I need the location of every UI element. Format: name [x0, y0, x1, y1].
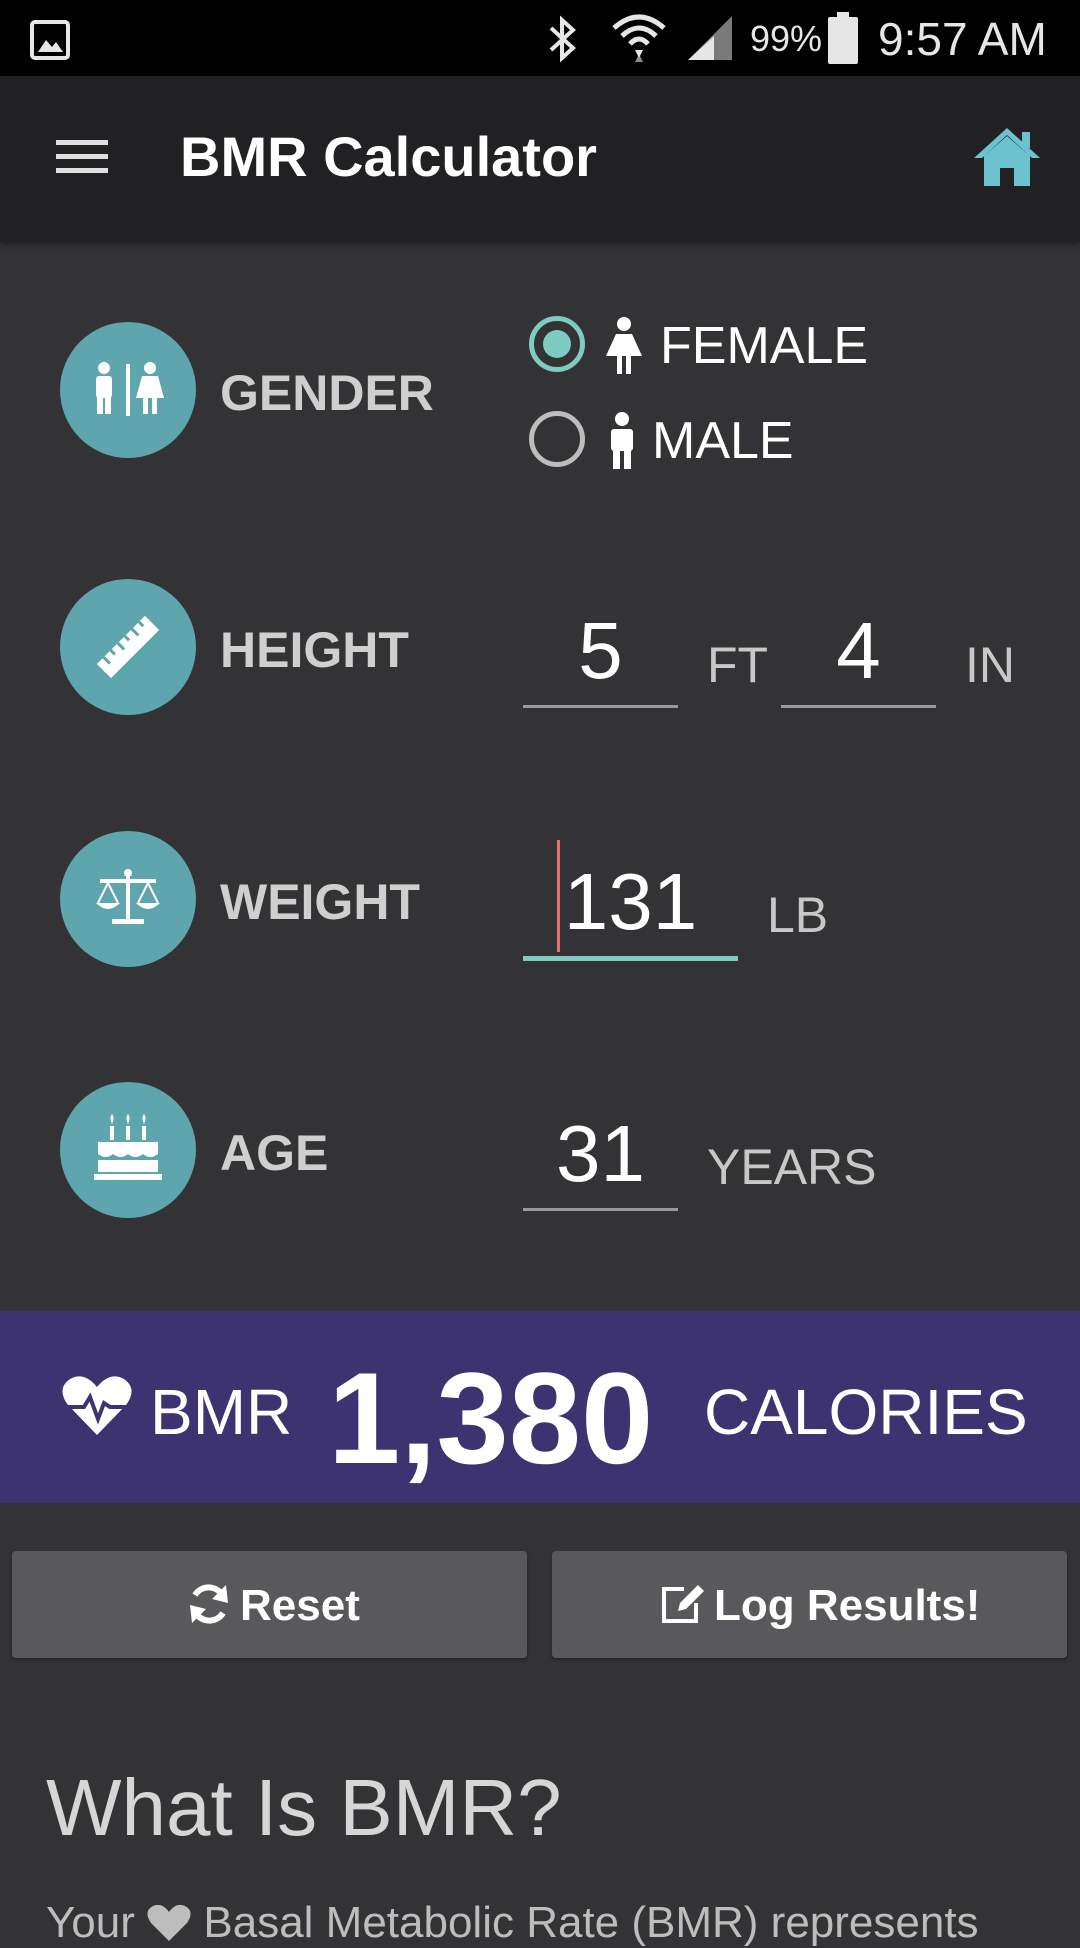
- male-icon: [611, 412, 633, 469]
- ruler-icon: [96, 615, 160, 679]
- info-body-rest: Basal Metabolic Rate (BMR) represents: [203, 1898, 979, 1947]
- home-icon[interactable]: [972, 126, 1042, 188]
- bmr-result-banner: BMR 1,380 CALORIES: [0, 1311, 1080, 1503]
- menu-icon[interactable]: [52, 132, 112, 180]
- restroom-icon: [96, 362, 164, 416]
- gender-label: GENDER: [220, 365, 434, 421]
- weight-input[interactable]: 131: [523, 856, 738, 961]
- info-body-start: Your: [46, 1898, 135, 1947]
- heartbeat-icon: [62, 1376, 132, 1435]
- weight-label: WEIGHT: [220, 874, 420, 930]
- page-title: BMR Calculator: [180, 125, 597, 188]
- age-icon-badge: [60, 1082, 196, 1218]
- signal-icon: [688, 16, 732, 60]
- female-radio[interactable]: [529, 316, 585, 372]
- reset-button[interactable]: Reset: [12, 1551, 527, 1658]
- age-input[interactable]: 31: [523, 1108, 678, 1211]
- inches-unit: IN: [965, 637, 1015, 693]
- height-feet-input[interactable]: 5: [523, 605, 678, 708]
- log-results-button-label: Log Results!: [714, 1581, 981, 1630]
- bmr-value: 1,380: [328, 1345, 654, 1491]
- battery-percent: 99%: [750, 18, 823, 59]
- heart-icon: [147, 1904, 191, 1941]
- female-icon: [606, 317, 642, 374]
- height-inches-input[interactable]: 4: [781, 605, 936, 708]
- app-bar: BMR Calculator: [0, 76, 1080, 242]
- reset-button-label: Reset: [240, 1581, 360, 1630]
- info-body: Your Basal Metabolic Rate (BMR) represen…: [46, 1898, 979, 1948]
- height-label: HEIGHT: [220, 622, 409, 678]
- calories-unit: CALORIES: [704, 1376, 1028, 1448]
- height-icon-badge: [60, 579, 196, 715]
- gallery-icon: [30, 20, 70, 60]
- male-radio[interactable]: [529, 411, 585, 467]
- wifi-icon: [612, 14, 666, 62]
- edit-icon: [662, 1585, 704, 1623]
- female-option-label[interactable]: FEMALE: [660, 316, 868, 376]
- clock: 9:57 AM: [878, 13, 1047, 65]
- bmr-label: BMR: [150, 1376, 293, 1448]
- age-unit: YEARS: [707, 1139, 877, 1195]
- gender-icon-badge: [60, 322, 196, 458]
- status-bar: 99% 9:57 AM: [0, 0, 1080, 76]
- weight-icon-badge: [60, 831, 196, 967]
- age-label: AGE: [220, 1125, 329, 1181]
- info-title: What Is BMR?: [46, 1763, 562, 1852]
- refresh-icon: [190, 1584, 228, 1624]
- scale-icon: [96, 869, 160, 924]
- male-option-label[interactable]: MALE: [652, 411, 794, 471]
- feet-unit: FT: [707, 637, 769, 693]
- bluetooth-icon: [549, 15, 576, 63]
- log-results-button[interactable]: Log Results!: [552, 1551, 1067, 1658]
- birthday-cake-icon: [94, 1114, 162, 1180]
- weight-unit: LB: [767, 887, 829, 943]
- battery-icon: [828, 12, 858, 64]
